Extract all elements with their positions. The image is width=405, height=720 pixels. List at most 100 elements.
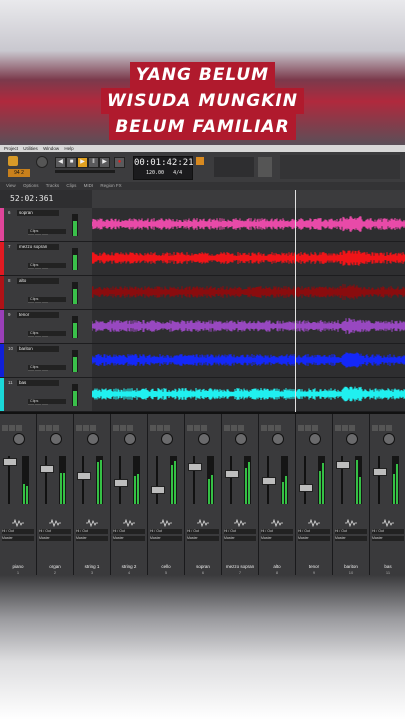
solo-button[interactable] (231, 425, 237, 431)
input-selector[interactable]: Hi / Out (113, 529, 145, 534)
playhead-line[interactable] (295, 190, 296, 412)
track-name[interactable]: alto (17, 278, 59, 284)
input-selector[interactable]: Hi / Out (150, 529, 182, 534)
pan-knob[interactable] (87, 433, 99, 445)
clip-selector[interactable]: Clips (28, 399, 66, 404)
track-header[interactable]: 10baritonMSRClips (0, 344, 92, 378)
position-display[interactable]: 94 2 (8, 169, 30, 177)
pan-knob[interactable] (383, 433, 395, 445)
output-selector[interactable]: Master (39, 536, 71, 541)
metronome-icon[interactable] (196, 157, 204, 165)
clip-selector[interactable]: Clips (28, 297, 66, 302)
solo-button[interactable] (9, 425, 15, 431)
pan-knob[interactable] (13, 433, 25, 445)
mute-button[interactable] (113, 425, 119, 431)
output-selector[interactable]: Master (335, 536, 367, 541)
solo-button[interactable] (379, 425, 385, 431)
clip-selector[interactable]: Clips (28, 365, 66, 370)
loop-panel[interactable] (258, 157, 272, 177)
track-lane[interactable] (92, 242, 405, 276)
input-selector[interactable]: Hi / Out (76, 529, 108, 534)
output-selector[interactable]: Master (76, 536, 108, 541)
record-arm-button[interactable] (90, 425, 96, 431)
menu-help[interactable]: Help (64, 145, 73, 152)
play-button[interactable]: ▶ (77, 157, 88, 168)
clip-selector[interactable]: Clips (28, 263, 66, 268)
track-lane[interactable] (92, 344, 405, 378)
mute-button[interactable] (224, 425, 230, 431)
volume-knob[interactable] (36, 156, 48, 168)
track-header[interactable]: 8altoMSRClips (0, 276, 92, 310)
tempo-value[interactable]: 120.00 (146, 170, 164, 176)
record-arm-button[interactable] (275, 425, 281, 431)
record-arm-button[interactable] (16, 425, 22, 431)
input-selector[interactable]: Hi / Out (224, 529, 256, 534)
track-header[interactable]: 7mezzo sopranMSRClips (0, 242, 92, 276)
volume-fader[interactable] (151, 486, 165, 494)
menu-window[interactable]: Window (43, 145, 59, 152)
track-header[interactable]: 11basMSRClips (0, 378, 92, 412)
output-selector[interactable]: Master (372, 536, 404, 541)
mute-button[interactable] (298, 425, 304, 431)
output-selector[interactable]: Master (113, 536, 145, 541)
record-arm-button[interactable] (238, 425, 244, 431)
record-button[interactable]: ● (114, 157, 125, 168)
solo-button[interactable] (194, 425, 200, 431)
output-selector[interactable]: Master (298, 536, 330, 541)
volume-fader[interactable] (373, 468, 387, 476)
timeline-ruler[interactable] (92, 190, 405, 209)
timeline-scrubber[interactable] (55, 170, 115, 173)
mute-button[interactable] (187, 425, 193, 431)
input-selector[interactable]: Hi / Out (372, 529, 404, 534)
volume-fader[interactable] (114, 479, 128, 487)
input-selector[interactable]: Hi / Out (2, 529, 34, 534)
track-lane[interactable] (92, 310, 405, 344)
input-selector[interactable]: Hi / Out (39, 529, 71, 534)
track-header[interactable]: 6sopranMSRClips (0, 208, 92, 242)
solo-button[interactable] (83, 425, 89, 431)
solo-button[interactable] (305, 425, 311, 431)
midi-menu[interactable]: MIDI (84, 182, 94, 190)
clip-selector[interactable]: Clips (28, 229, 66, 234)
record-arm-button[interactable] (312, 425, 318, 431)
pan-knob[interactable] (198, 433, 210, 445)
record-arm-button[interactable] (164, 425, 170, 431)
pan-knob[interactable] (124, 433, 136, 445)
track-name[interactable]: sopran (17, 210, 59, 216)
output-selector[interactable]: Master (2, 536, 34, 541)
track-header[interactable]: 9tenorMSRClips (0, 310, 92, 344)
volume-fader[interactable] (336, 461, 350, 469)
track-lane[interactable] (92, 276, 405, 310)
track-name[interactable]: bas (17, 380, 59, 386)
volume-fader[interactable] (77, 472, 91, 480)
pan-knob[interactable] (235, 433, 247, 445)
solo-button[interactable] (268, 425, 274, 431)
solo-button[interactable] (46, 425, 52, 431)
mute-button[interactable] (76, 425, 82, 431)
volume-fader[interactable] (40, 465, 54, 473)
record-arm-button[interactable] (53, 425, 59, 431)
output-selector[interactable]: Master (224, 536, 256, 541)
pan-knob[interactable] (272, 433, 284, 445)
record-arm-button[interactable] (386, 425, 392, 431)
mute-button[interactable] (261, 425, 267, 431)
clips-menu[interactable]: Clips (66, 182, 76, 190)
input-selector[interactable]: Hi / Out (261, 529, 293, 534)
volume-fader[interactable] (188, 463, 202, 471)
volume-fader[interactable] (299, 484, 313, 492)
input-selector[interactable]: Hi / Out (335, 529, 367, 534)
rewind-button[interactable]: ◀ (55, 157, 66, 168)
pan-knob[interactable] (50, 433, 62, 445)
track-name[interactable]: bariton (17, 346, 59, 352)
mute-button[interactable] (2, 425, 8, 431)
track-lane[interactable] (92, 208, 405, 242)
menu-project[interactable]: Project (4, 145, 18, 152)
volume-fader[interactable] (262, 477, 276, 485)
view-menu[interactable]: View (6, 182, 16, 190)
solo-button[interactable] (157, 425, 163, 431)
stop-button[interactable]: ■ (66, 157, 77, 168)
mute-button[interactable] (372, 425, 378, 431)
meter-value[interactable]: 4/4 (173, 170, 182, 176)
menu-utilities[interactable]: Utilities (23, 145, 38, 152)
record-arm-button[interactable] (127, 425, 133, 431)
